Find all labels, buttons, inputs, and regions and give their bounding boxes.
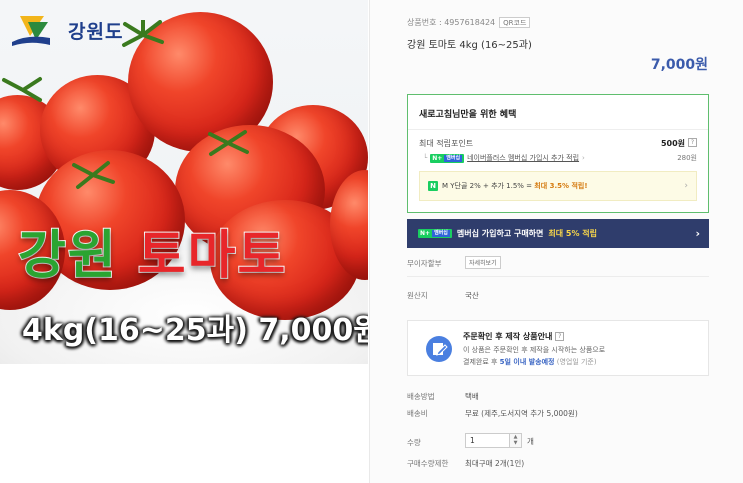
order-notice-title: 주문확인 후 제작 상품안내 ? [463,331,565,342]
title-gangwon: 강원 [17,225,118,287]
product-info-panel: 상품번호 : 4957618424 QR코드 강원 토마토 4kg (16~25… [369,0,743,483]
order-notice-line2: 결제완료 후 5일 이내 발송예정 (영업일 기준) [463,358,597,366]
qr-code-button[interactable]: QR코드 [499,17,531,28]
shipping-fee-label: 배송비 [407,409,428,418]
product-number: 상품번호 : 4957618424 QR코드 [407,17,531,28]
npay-plus-icon: N+ 멤버십 [430,153,465,163]
title-tomato: 토마토 [137,225,288,287]
npay-membership-link[interactable]: 네이버플러스 멤버십 가입시 추가 적립 [467,153,579,163]
purchase-limit-value: 최대구매 2개(1인) [465,459,525,468]
npay-points-value: 280원 [677,154,697,162]
installment-details-button[interactable]: 자세히보기 [465,256,501,269]
my-regular-customer-box[interactable]: N M Y단골 2% + 추가 1.5% = 최대 3.5% 적립! › [419,171,697,201]
help-icon[interactable]: ? [555,332,565,341]
tomato-stem [70,160,116,190]
origin-label: 원산지 [407,291,428,300]
installment-label: 무이자할부 [407,259,442,268]
membership-badge: 멤버십 [444,154,463,162]
edit-document-icon [426,336,452,362]
product-title-overlay: 강원 토마토 [17,213,288,288]
npay-plus-icon: N+ 멤버십 [418,229,452,238]
benefit-title: 새로고침님만을 위한 혜택 [419,110,517,120]
divider [408,129,708,130]
shipping-method-value: 택배 [465,392,479,401]
npay-membership-row[interactable]: └ N+ 멤버십 네이버플러스 멤버십 가입시 추가 적립 › 280원 [423,153,697,163]
chevron-right-icon: › [695,227,700,240]
benefit-box: 새로고침님만을 위한 혜택 최대 적립포인트 500원 ? └ N+ 멤버십 네이… [407,94,709,213]
shipping-method-label: 배송방법 [407,392,435,401]
tomato-stem [0,75,46,105]
product-subtitle-overlay: 4kg(16~25과) 7,000원 [22,313,368,348]
max-points-label: 최대 적립포인트 [419,139,474,148]
membership-banner-text: 멤버십 가입하고 구매하면 [456,229,544,238]
max-points-value: 500원 [660,139,685,148]
help-icon[interactable]: ? [688,138,697,147]
quantity-stepper[interactable]: ▲ ▼ [509,433,522,448]
naver-n-icon: N [428,181,438,191]
membership-banner-highlight: 최대 5% 적립 [548,229,597,238]
product-price: 7,000원 [650,57,708,73]
my-regular-text: M Y단골 2% + 추가 1.5% = 최대 3.5% 적립! [442,182,588,190]
membership-banner[interactable]: N+ 멤버십 멤버십 가입하고 구매하면 최대 5% 적립 › [407,219,709,248]
shipping-fee-value: 무료 (제주,도서지역 추가 5,000원) [465,409,578,418]
made-to-order-notice: 주문확인 후 제작 상품안내 ? 이 상품은 주문확인 후 제작을 시작하는 상… [407,320,709,376]
quantity-label: 수량 [407,438,421,447]
logo-text: 강원도 [68,20,124,43]
origin-value: 국산 [465,291,479,300]
chevron-right-icon: › [684,181,688,191]
gangwon-logo-icon [12,16,50,46]
order-notice-line1: 이 상품은 주문확인 후 제작을 시작하는 상품으로 [463,346,606,354]
max-points-row: 최대 적립포인트 500원 ? [419,138,697,149]
tomato-stem [205,128,251,158]
product-image: 강원도 강원 토마토 4kg(16~25과) 7,000원 [0,0,368,364]
tomato-stem [120,18,166,50]
quantity-unit: 개 [527,437,534,446]
divider [407,276,709,277]
chevron-right-icon: › [582,154,585,162]
product-page: 강원도 강원 토마토 4kg(16~25과) 7,000원 상품번호 : 495… [0,0,743,483]
gangwon-logo: 강원도 [10,12,123,48]
product-number-text: 상품번호 : 4957618424 [407,18,496,27]
product-name: 강원 토마토 4kg (16~25과) [407,40,532,51]
purchase-limit-label: 구매수량제한 [407,459,449,468]
